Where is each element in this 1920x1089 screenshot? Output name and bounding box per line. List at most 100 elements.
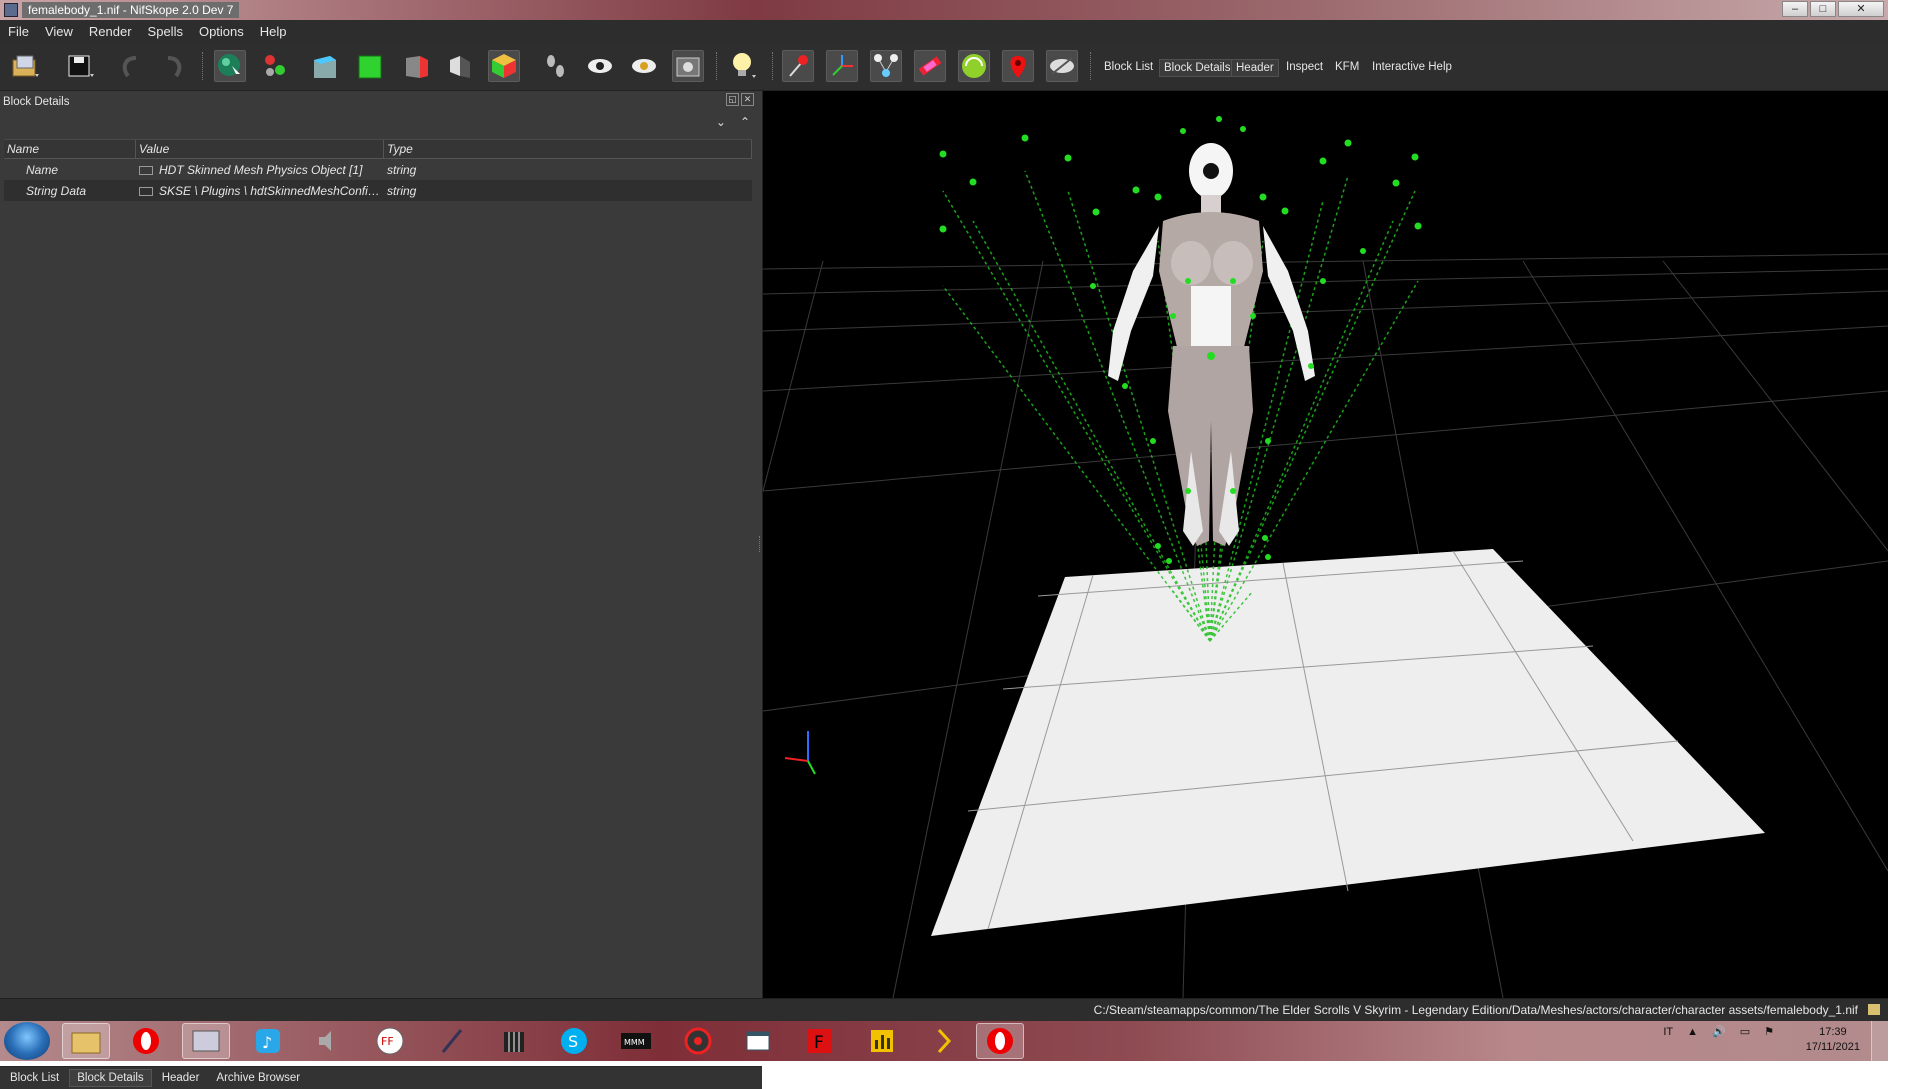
panel-close-button[interactable]: ✕	[741, 93, 754, 106]
row-name: String Data	[26, 183, 87, 198]
ffdec-icon[interactable]: FF	[366, 1023, 414, 1059]
volume-icon[interactable]: 🔊	[1712, 1025, 1726, 1038]
render-viewport[interactable]	[763, 91, 1888, 998]
media-center-icon[interactable]	[182, 1023, 230, 1059]
save-icon[interactable]	[64, 50, 96, 82]
metronome-icon[interactable]	[490, 1023, 538, 1059]
row-type: string	[387, 162, 417, 177]
marker-icon[interactable]	[1002, 50, 1034, 82]
view-user-icon[interactable]	[488, 50, 520, 82]
tab-block-list[interactable]: Block List	[3, 1070, 66, 1086]
menu-file[interactable]: File	[0, 24, 37, 39]
menu-render[interactable]: Render	[81, 24, 140, 39]
gear-icon[interactable]	[674, 1023, 722, 1059]
mmm-icon[interactable]: MMM	[612, 1023, 660, 1059]
close-button[interactable]: ✕	[1838, 1, 1884, 17]
minimize-button[interactable]: –	[1782, 1, 1808, 17]
explorer-icon[interactable]	[62, 1023, 110, 1059]
clock[interactable]: 17:39 17/11/2021	[1806, 1025, 1860, 1055]
menu-spells[interactable]: Spells	[140, 24, 191, 39]
nodes-icon[interactable]	[870, 50, 902, 82]
collapse-icon[interactable]: ⌄	[716, 115, 726, 129]
toolbar-separator	[716, 52, 720, 80]
pin-icon[interactable]	[782, 50, 814, 82]
toolbar-link-inspect[interactable]: Inspect	[1282, 59, 1327, 75]
ground-plane	[931, 549, 1765, 936]
expand-icon[interactable]: ⌃	[740, 115, 750, 129]
constraint-icon[interactable]	[958, 50, 990, 82]
undo-icon[interactable]	[114, 50, 146, 82]
title-bar: femalebody_1.nif - NifSkope 2.0 Dev 7 – …	[0, 0, 1888, 20]
toolbar-link-block-list[interactable]: Block List	[1100, 59, 1157, 75]
flag-icon[interactable]: ⚑	[1764, 1025, 1774, 1038]
menu-view[interactable]: View	[37, 24, 81, 39]
toolbar-separator	[772, 52, 776, 80]
hide-icon[interactable]	[1046, 50, 1078, 82]
view-walk-icon[interactable]	[444, 50, 476, 82]
chevron-up-icon[interactable]: ▲	[1687, 1026, 1698, 1038]
window-icon[interactable]	[734, 1023, 782, 1059]
axes-icon[interactable]	[826, 50, 858, 82]
eye-icon[interactable]	[584, 50, 616, 82]
itunes-icon[interactable]: ♪	[244, 1023, 292, 1059]
weight-paint-icon[interactable]	[260, 50, 292, 82]
toolbar-link-interactive-help[interactable]: Interactive Help	[1368, 59, 1456, 75]
maximize-button[interactable]: □	[1810, 1, 1836, 17]
opera-icon[interactable]	[122, 1023, 170, 1059]
footprints-icon[interactable]	[540, 50, 572, 82]
tab-archive-browser[interactable]: Archive Browser	[209, 1070, 307, 1086]
screenshot-icon[interactable]	[672, 50, 704, 82]
toolbar-link-kfm[interactable]: KFM	[1331, 59, 1363, 75]
chart-icon[interactable]	[858, 1023, 906, 1059]
panel-tabs: Block List Block Details Header Archive …	[0, 1066, 762, 1089]
details-table: Name Value Type Name HDT Skinned Mesh Ph…	[4, 139, 752, 201]
opera-active-icon[interactable]	[976, 1023, 1024, 1059]
tab-header[interactable]: Header	[155, 1070, 207, 1086]
view-top-icon[interactable]	[308, 50, 340, 82]
row-name: Name	[26, 162, 59, 177]
axis-gizmo	[784, 731, 816, 775]
select-mode-icon[interactable]	[214, 50, 246, 82]
toolbar-link-header[interactable]: Header	[1231, 59, 1279, 77]
view-front-icon[interactable]	[354, 50, 386, 82]
taskbar: ♪ FF S MMM F IT ▲ 🔊 ▭ ⚑ 17:39 17/11/2021	[0, 1021, 1888, 1061]
table-row[interactable]: String Data SKSE \ Plugins \ hdtSkinnedM…	[4, 180, 752, 201]
feather-icon[interactable]	[428, 1023, 476, 1059]
start-button[interactable]	[4, 1022, 50, 1060]
light-bulb-icon[interactable]	[728, 50, 760, 82]
table-row[interactable]: Name HDT Skinned Mesh Physics Object [1]…	[4, 159, 752, 180]
table-header: Name Value Type	[4, 139, 752, 159]
havok-icon[interactable]	[914, 50, 946, 82]
clock-time: 17:39	[1819, 1026, 1847, 1038]
arrow-icon[interactable]	[920, 1023, 968, 1059]
skype-icon[interactable]: S	[550, 1023, 598, 1059]
svg-text:FF: FF	[381, 1035, 394, 1048]
show-desktop-button[interactable]	[1871, 1021, 1888, 1061]
view-side-icon[interactable]	[400, 50, 432, 82]
app-icon	[4, 3, 18, 17]
folder-icon	[1868, 1004, 1880, 1015]
network-icon[interactable]: ▭	[1740, 1025, 1750, 1038]
redo-icon[interactable]	[158, 50, 190, 82]
load-icon[interactable]	[10, 50, 42, 82]
row-value[interactable]: HDT Skinned Mesh Physics Object [1]	[136, 163, 384, 177]
string-icon	[139, 186, 153, 196]
f-app-icon[interactable]: F	[796, 1023, 844, 1059]
window-title: femalebody_1.nif - NifSkope 2.0 Dev 7	[22, 2, 240, 18]
menu-options[interactable]: Options	[191, 24, 252, 39]
column-header-name[interactable]: Name	[4, 140, 136, 158]
panel-float-button[interactable]: ◱	[726, 93, 739, 106]
row-value[interactable]: SKSE \ Plugins \ hdtSkinnedMeshConfi…	[136, 184, 384, 198]
toolbar-link-block-details[interactable]: Block Details	[1159, 59, 1236, 77]
tab-block-details[interactable]: Block Details	[69, 1069, 152, 1087]
speaker-icon[interactable]	[304, 1023, 352, 1059]
column-header-type[interactable]: Type	[384, 140, 752, 158]
eye-texture-icon[interactable]	[628, 50, 660, 82]
column-header-value[interactable]: Value	[136, 140, 384, 158]
scene-svg	[763, 116, 1888, 998]
language-indicator[interactable]: IT	[1663, 1026, 1673, 1038]
status-bar: C:/Steam/steamapps/common/The Elder Scro…	[0, 998, 1888, 1021]
toolbar: Block List Block Details Header Inspect …	[0, 42, 1888, 91]
svg-text:♪: ♪	[262, 1033, 272, 1052]
menu-help[interactable]: Help	[252, 24, 295, 39]
